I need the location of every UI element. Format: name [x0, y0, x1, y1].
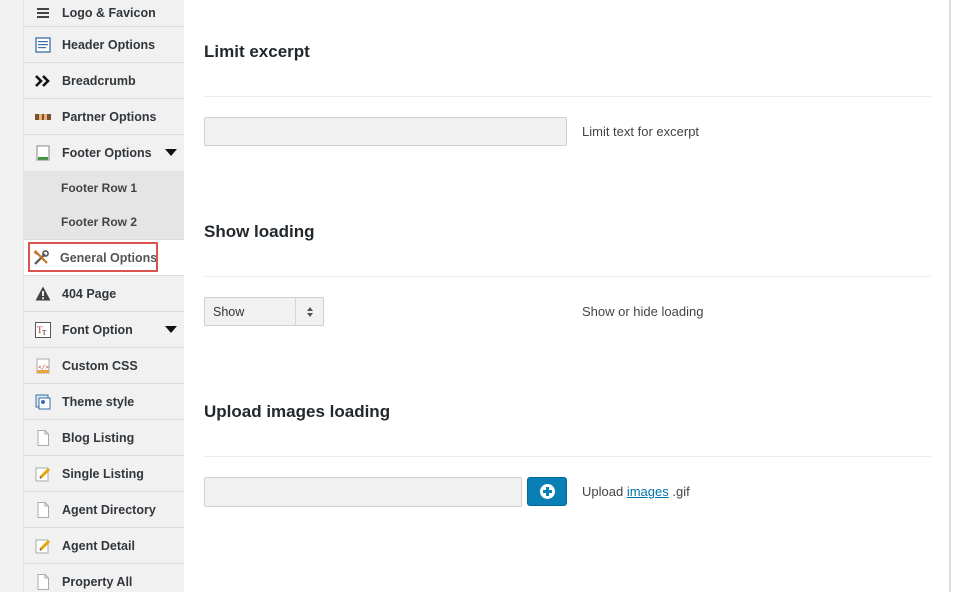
plus-circle-icon	[539, 484, 555, 499]
panel-right-border	[949, 0, 951, 592]
sidebar-item-label: Agent Detail	[62, 538, 135, 553]
tools-icon	[32, 249, 50, 267]
show-loading-description: Show or hide loading	[582, 304, 704, 319]
theme-icon	[34, 393, 52, 411]
sidebar-item-footer-options[interactable]: Footer Options	[24, 135, 184, 171]
limit-excerpt-description: Limit text for excerpt	[582, 124, 700, 139]
sidebar-item-label: 404 Page	[62, 286, 117, 301]
sidebar-item-property-all[interactable]: Property All	[24, 564, 184, 592]
sidebar-item-theme-style[interactable]: Theme style	[24, 384, 184, 420]
caret-down-icon[interactable]	[165, 149, 177, 156]
options-sidebar: Logo & Favicon Header Options Breadcrumb…	[24, 0, 184, 592]
document-icon	[34, 36, 52, 54]
sidebar-item-agent-detail[interactable]: Agent Detail	[24, 528, 184, 564]
sidebar-item-partner-options[interactable]: Partner Options	[24, 99, 184, 135]
hamburger-icon	[34, 4, 52, 22]
footer-submenu: Footer Row 1 Footer Row 2	[24, 171, 184, 240]
show-loading-selected-value: Show	[213, 304, 245, 319]
left-gutter	[0, 0, 24, 592]
sidebar-item-header-options[interactable]: Header Options	[24, 27, 184, 63]
section-title-upload-images-loading: Upload images loading	[204, 402, 391, 421]
font-icon: TT	[34, 321, 52, 339]
sidebar-item-label: Breadcrumb	[62, 73, 136, 88]
divider	[204, 276, 931, 277]
sidebar-item-general-options[interactable]: General Options	[24, 240, 184, 276]
partner-icon	[34, 108, 52, 126]
page-icon	[34, 429, 52, 447]
sidebar-item-blog-listing[interactable]: Blog Listing	[24, 420, 184, 456]
svg-text:</>: </>	[38, 364, 49, 371]
sidebar-item-breadcrumb[interactable]: Breadcrumb	[24, 63, 184, 99]
sidebar-item-label: General Options	[60, 250, 158, 265]
sidebar-subitem-footer-row-2[interactable]: Footer Row 2	[24, 205, 184, 239]
sidebar-item-logo-favicon[interactable]: Logo & Favicon	[24, 0, 184, 27]
limit-excerpt-input[interactable]	[204, 117, 567, 146]
divider	[204, 96, 931, 97]
sidebar-item-label: Partner Options	[62, 109, 157, 124]
sidebar-item-label: Property All	[62, 575, 133, 589]
general-options-panel: Limit excerpt Limit text for excerpt Sho…	[184, 0, 950, 592]
upload-image-url-input[interactable]	[204, 477, 522, 507]
sidebar-item-agent-directory[interactable]: Agent Directory	[24, 492, 184, 528]
sidebar-item-single-listing[interactable]: Single Listing	[24, 456, 184, 492]
section-title-limit-excerpt: Limit excerpt	[204, 42, 310, 61]
code-icon: </>	[34, 357, 52, 375]
upload-image-button[interactable]	[527, 477, 567, 506]
footer-icon	[34, 144, 52, 162]
sidebar-item-label: Agent Directory	[62, 502, 156, 517]
sidebar-item-label: Single Listing	[62, 466, 144, 481]
caret-down-icon[interactable]	[165, 326, 177, 333]
sidebar-item-404-page[interactable]: 404 Page	[24, 276, 184, 312]
updown-arrows-icon	[295, 298, 323, 325]
page-icon	[34, 501, 52, 519]
sidebar-item-label: Blog Listing	[62, 430, 135, 445]
sidebar-item-label: Custom CSS	[62, 358, 138, 373]
edit-icon	[34, 465, 52, 483]
warning-icon	[34, 285, 52, 303]
sidebar-item-font-option[interactable]: TT Font Option	[24, 312, 184, 348]
sidebar-item-label: Font Option	[62, 322, 133, 337]
upload-description-prefix: Upload	[582, 484, 624, 499]
edit-icon	[34, 537, 52, 555]
svg-text:T: T	[42, 329, 47, 337]
sidebar-item-label: Header Options	[62, 37, 156, 52]
divider	[204, 456, 931, 457]
section-title-show-loading: Show loading	[204, 222, 315, 241]
double-chevron-icon	[34, 72, 52, 90]
page-icon	[34, 573, 52, 591]
sidebar-item-label: Logo & Favicon	[62, 6, 156, 20]
sidebar-item-label: Footer Options	[62, 146, 152, 160]
images-link[interactable]: images	[627, 484, 669, 499]
upload-description-suffix: .gif	[672, 484, 690, 499]
sidebar-item-custom-css[interactable]: </> Custom CSS	[24, 348, 184, 384]
upload-description: Upload images .gif	[582, 484, 690, 499]
sidebar-item-label: Theme style	[62, 394, 135, 409]
show-loading-select[interactable]: Show	[204, 297, 324, 326]
sidebar-subitem-footer-row-1[interactable]: Footer Row 1	[24, 171, 184, 205]
